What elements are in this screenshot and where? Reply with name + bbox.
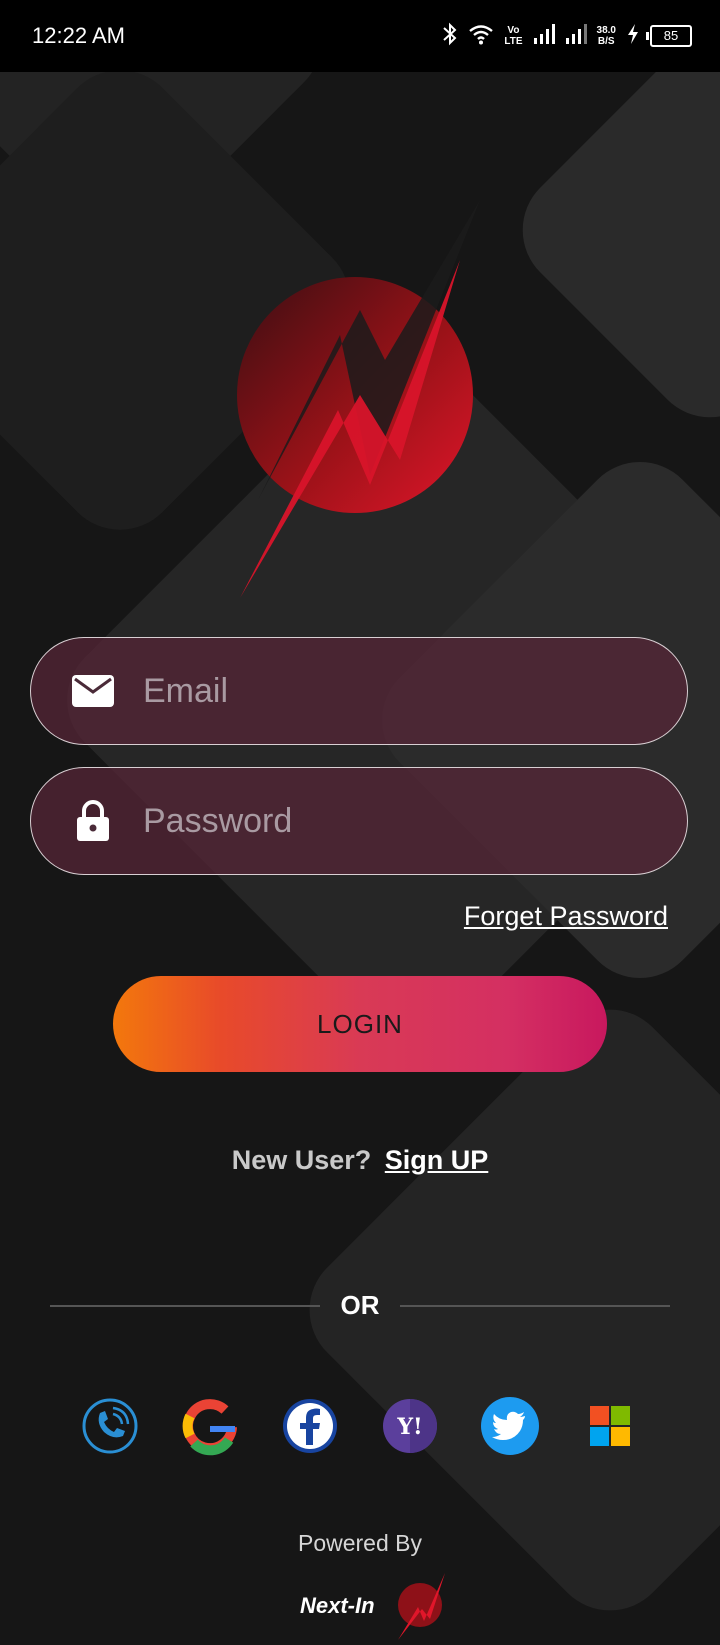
password-input[interactable]: [141, 800, 605, 842]
google-icon[interactable]: [180, 1396, 240, 1456]
battery-icon: 85: [646, 25, 692, 47]
password-field[interactable]: [30, 767, 688, 875]
signal-icon: [533, 23, 555, 50]
speed-value: 38.0: [596, 25, 616, 36]
charging-icon: [626, 23, 640, 50]
volte-top: Vo: [507, 25, 520, 36]
signal-icon: [565, 23, 587, 50]
microsoft-icon[interactable]: [580, 1396, 640, 1456]
network-speed: 38.0 B/S: [597, 25, 616, 47]
background-shape: [497, 17, 720, 443]
forget-password-link[interactable]: Forget Password: [464, 901, 668, 932]
status-bar: 12:22 AM Vo LTE 38.0 B/S 85: [0, 0, 720, 72]
volte-indicator: Vo LTE: [504, 25, 522, 47]
status-icons: Vo LTE 38.0 B/S 85: [442, 22, 692, 51]
signup-link[interactable]: Sign UP: [385, 1145, 489, 1175]
mail-icon: [71, 669, 115, 713]
powered-by-text: Powered By: [297, 1530, 422, 1556]
login-button[interactable]: LOGIN: [113, 976, 607, 1072]
brand-logo: [390, 1565, 450, 1645]
status-time: 12:22 AM: [32, 23, 125, 48]
twitter-icon[interactable]: [480, 1396, 540, 1456]
yahoo-icon[interactable]: Y!: [380, 1396, 440, 1456]
brand-footer: Next-In: [300, 1565, 450, 1640]
or-divider: OR: [50, 1290, 670, 1320]
phone-icon[interactable]: [80, 1396, 140, 1456]
bluetooth-icon: [442, 22, 458, 51]
facebook-icon[interactable]: [280, 1396, 340, 1456]
svg-text:Y!: Y!: [396, 1414, 422, 1440]
speed-unit: B/S: [597, 36, 615, 47]
lock-icon: [71, 799, 115, 843]
new-user-label: New User?: [231, 1145, 372, 1175]
divider-line-right: [400, 1305, 670, 1307]
brand-name: Next-In: [300, 1593, 375, 1618]
signup-prompt: New User? Sign UP: [0, 1145, 720, 1176]
email-field[interactable]: [30, 637, 688, 745]
social-login-row: Y!: [80, 1396, 640, 1456]
wifi-icon: [468, 23, 494, 50]
volte-bottom: LTE: [504, 36, 523, 47]
app-logo: [220, 200, 510, 600]
email-input[interactable]: [141, 670, 605, 712]
